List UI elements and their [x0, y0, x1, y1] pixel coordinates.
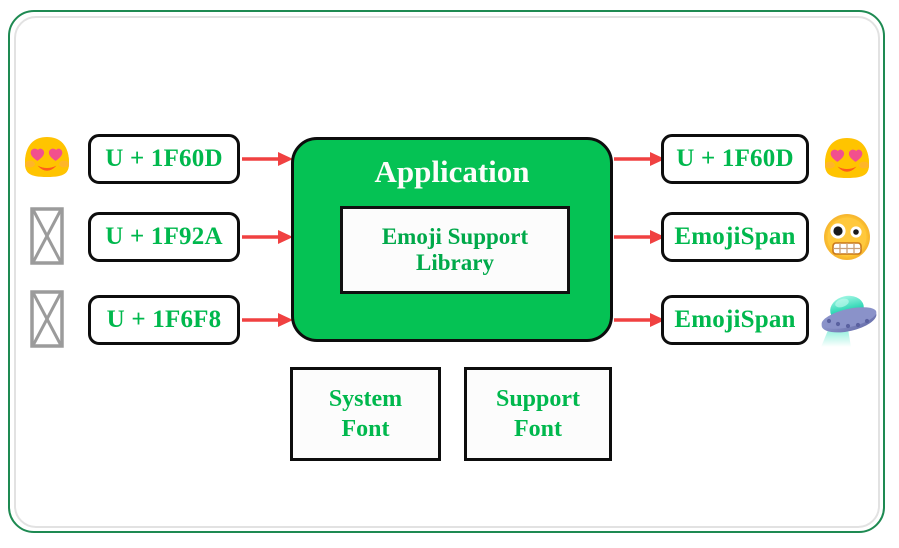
flying-saucer-emoji-icon [821, 295, 877, 347]
output-glyph-3-flying-saucer [816, 288, 882, 350]
arrow-input-3 [242, 313, 293, 327]
application-title: Application [374, 154, 530, 189]
output-code-box-1[interactable]: U + 1F60D [661, 134, 809, 184]
arrow-output-3 [614, 313, 665, 327]
emoji-support-library-box[interactable]: Emoji Support Library [340, 206, 570, 294]
support-font-box[interactable]: Support Font [464, 367, 612, 461]
output-glyph-2-zany-face [818, 208, 876, 266]
output-code-box-3[interactable]: EmojiSpan [661, 295, 809, 345]
emoji-support-library-label: Emoji Support Library [381, 224, 529, 275]
input-glyph-2-missing-tofu [28, 205, 66, 267]
system-font-label: System Font [328, 386, 403, 442]
missing-glyph-tofu-icon [30, 290, 64, 348]
application-box[interactable]: Application Emoji Support Library [291, 137, 613, 342]
diagram-canvas: U + 1F60D U + 1F92A U + 1F6F8 Applicatio… [0, 0, 899, 548]
input-code-box-1[interactable]: U + 1F60D [88, 134, 240, 184]
arrow-output-2 [614, 230, 665, 244]
input-code-box-3[interactable]: U + 1F6F8 [88, 295, 240, 345]
missing-glyph-tofu-icon [30, 207, 64, 265]
heart-eyes-emoji-icon [825, 138, 869, 178]
input-glyph-3-missing-tofu [28, 288, 66, 350]
input-code-box-2[interactable]: U + 1F92A [88, 212, 240, 262]
output-code-box-2[interactable]: EmojiSpan [661, 212, 809, 262]
arrow-input-1 [242, 152, 293, 166]
zany-face-emoji-icon [824, 214, 870, 260]
support-font-label: Support Font [495, 386, 581, 442]
system-font-box[interactable]: System Font [290, 367, 441, 461]
arrow-output-1 [614, 152, 665, 166]
heart-eyes-emoji-icon [25, 137, 69, 177]
arrow-input-2 [242, 230, 293, 244]
output-glyph-1-heart-eyes [817, 128, 877, 188]
input-glyph-1-heart-eyes [18, 128, 76, 186]
